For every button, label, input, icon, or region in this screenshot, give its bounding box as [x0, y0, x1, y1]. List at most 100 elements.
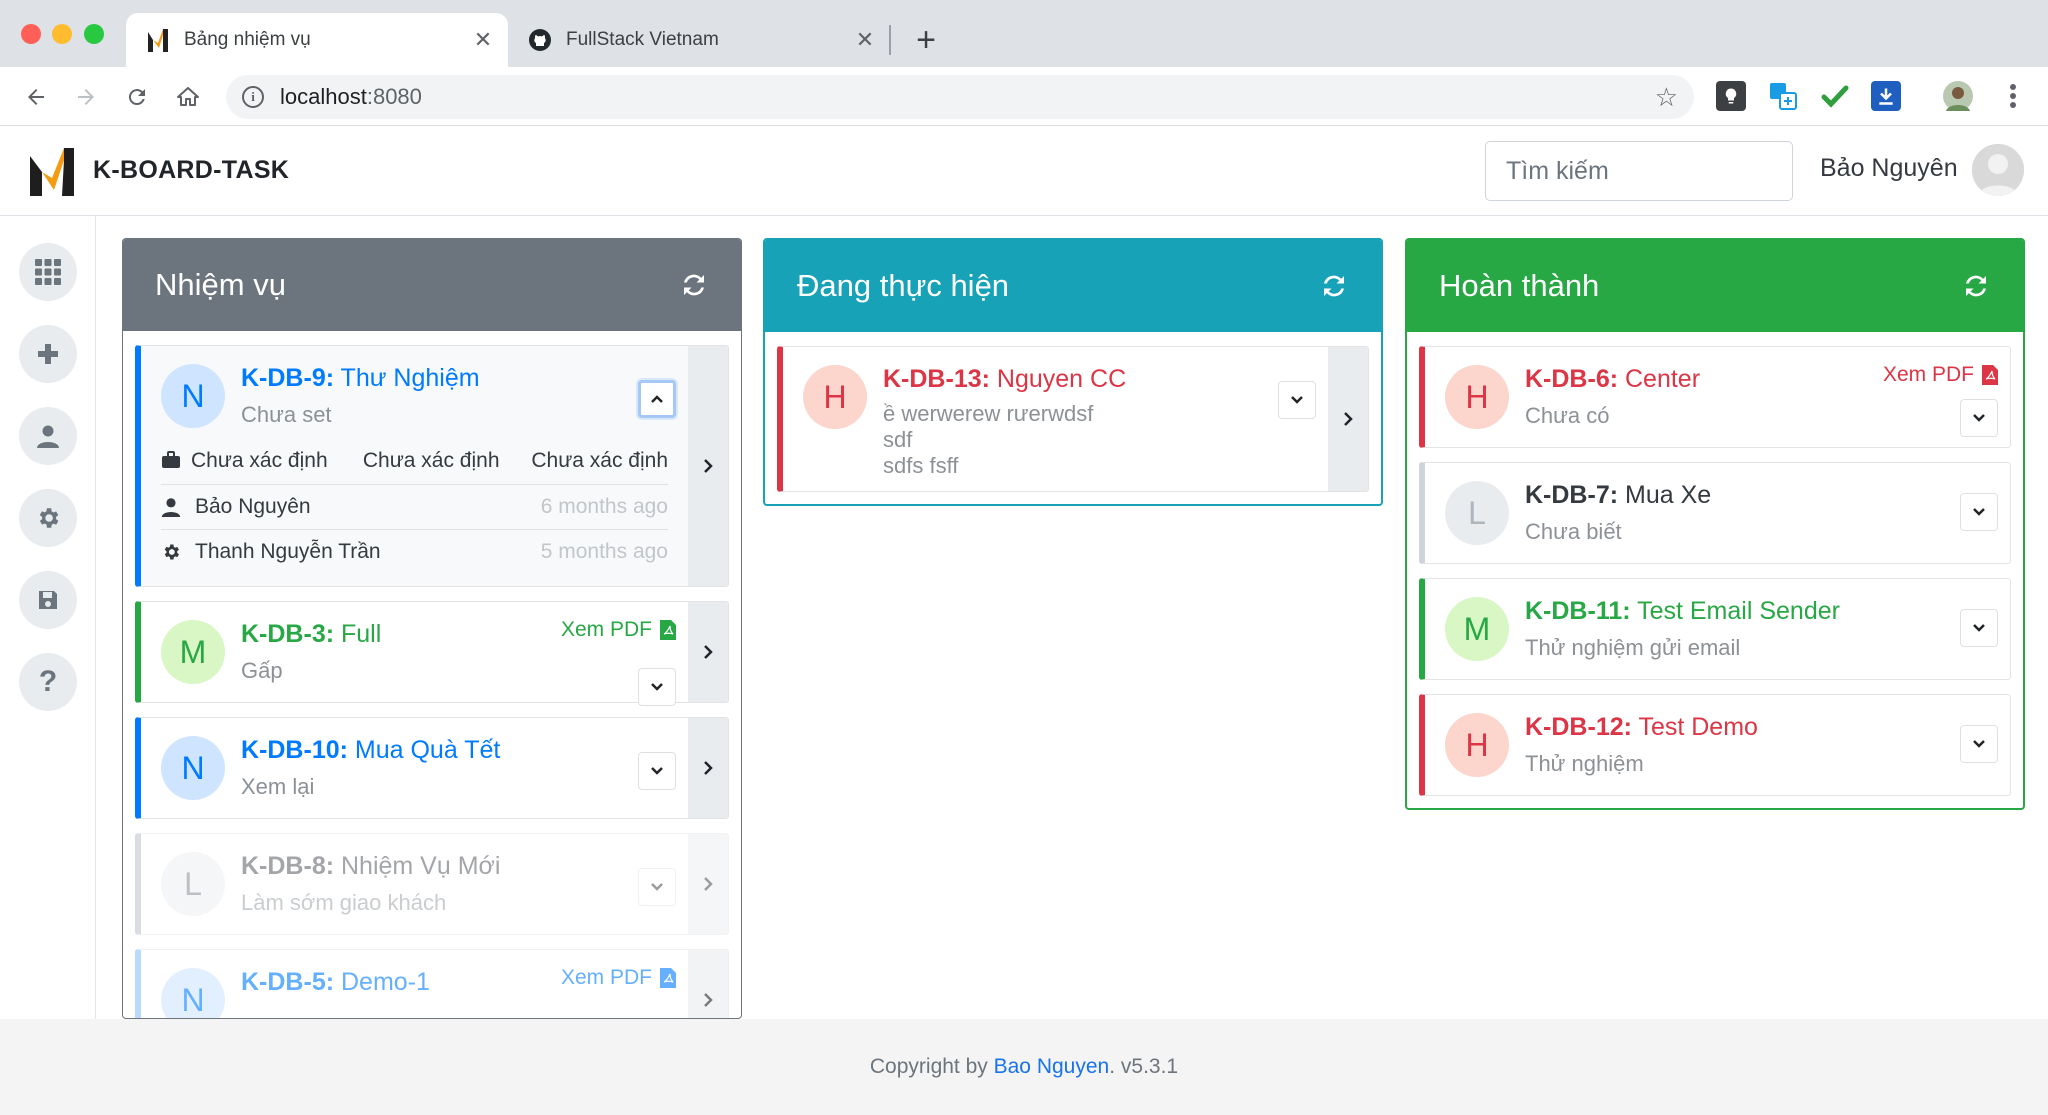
gear-icon — [39, 508, 59, 528]
user-name[interactable]: Bảo Nguyên — [1820, 154, 1958, 183]
chevron-up-icon — [651, 395, 663, 403]
pdf-file-icon — [660, 620, 676, 640]
footer-author-link[interactable]: Bao Nguyen — [994, 1055, 1110, 1079]
refresh-icon[interactable] — [679, 270, 709, 300]
move-next-button[interactable] — [688, 718, 728, 818]
maximize-window-button[interactable] — [84, 24, 104, 44]
expand-button[interactable] — [1960, 493, 1998, 531]
view-pdf-link[interactable]: Xem PDF — [1883, 363, 1998, 387]
chevron-down-icon — [1973, 414, 1985, 422]
sidebar-apps-button[interactable] — [19, 243, 77, 301]
view-pdf-link[interactable]: Xem PDF — [561, 618, 676, 642]
expand-button[interactable] — [1960, 609, 1998, 647]
translate-extension-icon[interactable] — [1768, 81, 1798, 111]
task-card[interactable]: H K-DB-12: Test Demo Thử nghiệm — [1419, 694, 2011, 796]
task-subtitle: Làm sớm giao khách — [241, 890, 447, 915]
tab-separator — [889, 25, 891, 55]
task-updated-time: 5 months ago — [540, 540, 668, 563]
footer: Copyright by Bao Nguyen. v5.3.1 — [0, 1019, 2048, 1115]
column-todo-body: N K-DB-9: Thư Nghiệm Chưa set Chưa xác đ… — [123, 331, 741, 1018]
column-in-progress-body: H K-DB-13: Nguyen CC ề werwerew rưerwdsf… — [765, 332, 1381, 492]
gear-icon — [164, 544, 179, 560]
task-creator: Bảo Nguyên — [195, 495, 311, 518]
footer-version: . v5.3.1 — [1109, 1055, 1179, 1078]
check-extension-icon[interactable] — [1820, 81, 1850, 111]
user-icon — [37, 425, 59, 448]
collapse-button[interactable] — [638, 380, 676, 418]
new-tab-button[interactable]: + — [908, 18, 944, 62]
tab-title: Bảng nhiệm vụ — [184, 29, 311, 50]
download-extension-icon[interactable] — [1871, 81, 1901, 111]
task-title[interactable]: K-DB-12: Test Demo — [1525, 709, 1990, 745]
chevron-down-icon — [651, 683, 663, 691]
close-tab-icon[interactable]: ✕ — [848, 27, 882, 53]
task-card[interactable]: M K-DB-11: Test Email Sender Thử nghiệm … — [1419, 578, 2011, 680]
task-title[interactable]: K-DB-11: Test Email Sender — [1525, 593, 1990, 629]
task-avatar-badge: M — [1445, 597, 1509, 661]
column-done-header: Hoàn thành — [1407, 240, 2023, 332]
address-bar[interactable]: i localhost:8080 ☆ — [226, 75, 1694, 119]
task-card[interactable]: N K-DB-5: Demo-1 Xem PDF — [135, 949, 729, 1018]
move-next-button[interactable] — [688, 602, 728, 702]
refresh-icon[interactable] — [1319, 271, 1349, 301]
browser-tab-board[interactable]: Bảng nhiệm vụ ✕ — [126, 13, 508, 67]
chevron-right-icon — [704, 645, 713, 659]
task-card[interactable]: M K-DB-3: Full Gấp Xem PDF — [135, 601, 729, 706]
task-card[interactable]: N K-DB-9: Thư Nghiệm Chưa set Chưa xác đ… — [135, 345, 729, 587]
expand-button[interactable] — [638, 752, 676, 790]
expand-button[interactable] — [638, 868, 676, 906]
sidebar-save-button[interactable] — [19, 571, 77, 629]
lightbulb-extension-icon[interactable] — [1716, 81, 1746, 111]
app-brand[interactable]: K-BOARD-TASK — [93, 156, 289, 185]
expand-button[interactable] — [638, 668, 676, 706]
sidebar-user-button[interactable] — [19, 407, 77, 465]
task-title[interactable]: K-DB-9: Thư Nghiệm — [241, 360, 668, 396]
task-card[interactable]: H K-DB-13: Nguyen CC ề werwerew rưerwdsf… — [777, 346, 1369, 492]
reload-button[interactable] — [121, 81, 153, 113]
browser-tab-fullstack[interactable]: FullStack Vietnam ✕ — [508, 13, 890, 67]
sidebar-settings-button[interactable] — [19, 489, 77, 547]
back-button[interactable] — [20, 81, 52, 113]
kboard-logo-icon[interactable] — [28, 146, 76, 198]
task-title[interactable]: K-DB-8: Nhiệm Vụ Mới — [241, 848, 668, 884]
minimize-window-button[interactable] — [52, 24, 72, 44]
chevron-down-icon — [651, 883, 663, 891]
sidebar-help-button[interactable]: ? — [19, 653, 77, 711]
profile-avatar-icon[interactable] — [1943, 81, 1973, 111]
task-assignee-row: Thanh Nguyễn Trần 5 months ago — [161, 530, 668, 574]
task-title[interactable]: K-DB-7: Mua Xe — [1525, 477, 1990, 513]
view-pdf-link[interactable]: Xem PDF — [561, 966, 676, 990]
expand-button[interactable] — [1960, 399, 1998, 437]
expand-button[interactable] — [1960, 725, 1998, 763]
task-card[interactable]: L K-DB-8: Nhiệm Vụ Mới Làm sớm giao khác… — [135, 833, 729, 935]
expand-button[interactable] — [1278, 381, 1316, 419]
task-title[interactable]: K-DB-13: Nguyen CC — [883, 361, 1308, 397]
search-input[interactable] — [1485, 141, 1793, 201]
info-icon[interactable]: i — [242, 86, 264, 108]
pdf-file-icon — [660, 968, 676, 988]
close-window-button[interactable] — [21, 24, 41, 44]
chevron-right-icon — [704, 877, 713, 891]
refresh-icon[interactable] — [1961, 271, 1991, 301]
task-card[interactable]: L K-DB-7: Mua Xe Chưa biết — [1419, 462, 2011, 564]
browser-menu-icon[interactable] — [1998, 81, 2028, 111]
user-avatar[interactable] — [1972, 144, 2024, 196]
move-next-button[interactable] — [688, 346, 728, 586]
move-next-button[interactable] — [688, 950, 728, 1018]
move-next-button[interactable] — [1328, 347, 1368, 491]
reload-icon — [128, 89, 145, 106]
sidebar-add-button[interactable] — [19, 325, 77, 383]
close-tab-icon[interactable]: ✕ — [466, 27, 500, 53]
task-assignee: Thanh Nguyễn Trần — [195, 540, 381, 563]
arrow-right-icon — [78, 89, 94, 105]
forward-button[interactable] — [70, 81, 102, 113]
task-title[interactable]: K-DB-10: Mua Quà Tết — [241, 732, 668, 768]
column-in-progress-header: Đang thực hiện — [765, 240, 1381, 332]
task-type: Chưa xác định — [161, 446, 331, 476]
bookmark-star-icon[interactable]: ☆ — [1655, 83, 1678, 111]
task-card[interactable]: H K-DB-6: Center Chưa có Xem PDF — [1419, 346, 2011, 448]
task-card[interactable]: N K-DB-10: Mua Quà Tết Xem lại — [135, 717, 729, 819]
browser-tab-bar: Bảng nhiệm vụ ✕ FullStack Vietnam ✕ + — [0, 0, 2048, 67]
home-button[interactable] — [172, 81, 204, 113]
move-next-button[interactable] — [688, 834, 728, 934]
